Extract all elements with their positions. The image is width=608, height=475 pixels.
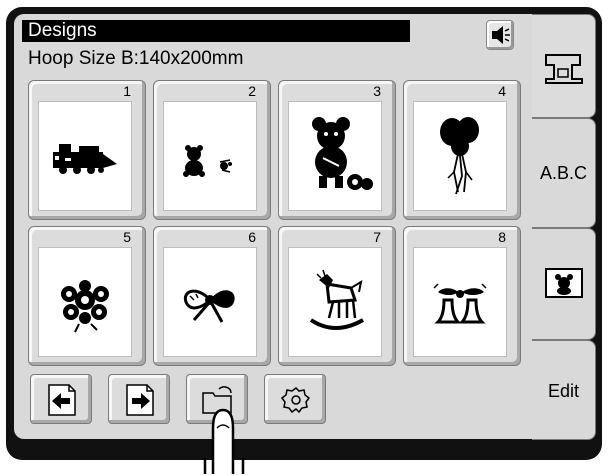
speaker-icon	[492, 26, 510, 44]
design-number: 7	[373, 229, 381, 245]
bow-icon	[183, 289, 235, 323]
design-tile-3[interactable]: 3	[278, 80, 396, 220]
balloons-icon	[440, 117, 479, 195]
design-tile-2[interactable]: 2	[153, 80, 271, 220]
design-number: 6	[248, 229, 256, 245]
teddy-bear-icon	[545, 268, 583, 298]
design-tile-7[interactable]: 7	[278, 226, 396, 366]
next-page-button[interactable]	[108, 374, 170, 424]
hoop-size-label: Hoop Size B:140x200mm	[28, 48, 244, 69]
design-number: 4	[498, 83, 506, 99]
wedding-bells-icon	[433, 283, 487, 324]
design-number: 3	[373, 83, 381, 99]
tab-abc[interactable]: A.B.C	[532, 118, 596, 228]
previous-page-button[interactable]	[30, 374, 92, 424]
speaker-button[interactable]	[486, 20, 514, 50]
teddy-bear-with-toy-icon	[312, 117, 373, 190]
design-number: 5	[123, 229, 131, 245]
arrow-left-icon	[48, 384, 76, 416]
design-preview	[413, 101, 507, 211]
page-title: Designs	[22, 20, 410, 42]
sewing-machine-icon	[545, 54, 583, 84]
train-icon	[53, 144, 117, 174]
tab-abc-label: A.B.C	[539, 163, 587, 183]
settings-button[interactable]	[264, 374, 326, 424]
tab-edit[interactable]: Edit	[532, 340, 596, 440]
tab-edit-label: Edit	[547, 381, 580, 401]
design-tile-4[interactable]: 4	[403, 80, 521, 220]
flower-bouquet-icon	[61, 280, 109, 333]
rocking-horse-icon	[309, 269, 364, 330]
design-grid: 1 2 3 4 5 6 7 8	[28, 80, 522, 372]
design-preview	[163, 247, 257, 357]
design-preview	[413, 247, 507, 357]
design-preview	[288, 101, 382, 211]
gear-icon	[280, 387, 311, 414]
arrow-right-icon	[126, 384, 154, 416]
teddy-bears-icon	[183, 145, 232, 177]
design-tile-5[interactable]: 5	[28, 226, 146, 366]
tab-designs[interactable]	[532, 228, 596, 340]
design-tile-6[interactable]: 6	[153, 226, 271, 366]
design-tile-8[interactable]: 8	[403, 226, 521, 366]
design-preview	[163, 101, 257, 211]
design-preview	[38, 247, 132, 357]
design-tile-1[interactable]: 1	[28, 80, 146, 220]
design-number: 1	[123, 83, 131, 99]
tab-machine[interactable]	[532, 14, 596, 118]
design-number: 8	[498, 229, 506, 245]
design-preview	[38, 101, 132, 211]
pointing-hand-icon	[203, 408, 245, 474]
design-number: 2	[248, 83, 256, 99]
design-preview	[288, 247, 382, 357]
